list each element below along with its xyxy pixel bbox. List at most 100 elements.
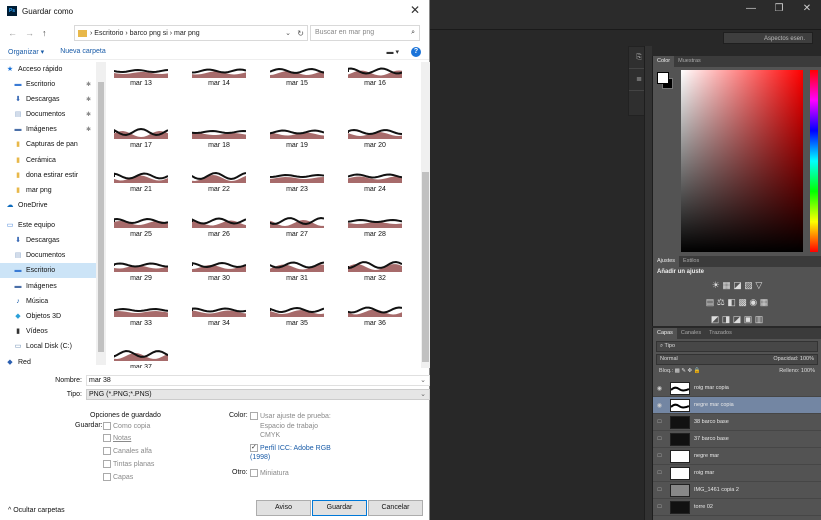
visibility-toggle-icon[interactable]: □ <box>653 487 666 493</box>
sidebar-scrollbar[interactable] <box>96 62 106 365</box>
tab-swatches[interactable]: Muestras <box>674 56 705 67</box>
workspace-selector[interactable]: Aspectos esen. <box>723 32 813 44</box>
sidebar-item[interactable]: ▬ Escritorio ✱ <box>0 77 96 92</box>
sidebar-item[interactable]: ♪ Música <box>0 294 96 309</box>
sidebar-item[interactable]: ⬇ Descargas ✱ <box>0 92 96 107</box>
file-item[interactable]: mar 20 <box>344 107 402 153</box>
thumbnail-checkbox[interactable]: Miniatura <box>250 469 289 477</box>
visibility-toggle-icon[interactable]: □ <box>653 436 666 442</box>
sidebar-item[interactable]: ◆ Objetos 3D <box>0 309 96 324</box>
file-item[interactable]: mar 18 <box>188 107 246 153</box>
sidebar-item[interactable]: ▮ mar png <box>0 183 96 198</box>
checkbox[interactable] <box>250 412 258 420</box>
up-arrow-icon[interactable]: ↑ <box>42 28 47 38</box>
layer-row[interactable]: □ torre 02 <box>653 499 821 516</box>
file-item[interactable]: mar 28 <box>344 196 402 242</box>
file-item[interactable]: mar 22 <box>188 151 246 197</box>
sidebar-item[interactable]: ▤ Documentos <box>0 248 96 263</box>
adjustment-icons-row-2[interactable]: ▤ ⚖ ◧ ▩ ◉ ▦ <box>653 294 821 311</box>
checkbox[interactable] <box>103 473 111 481</box>
file-item[interactable]: mar 21 <box>110 151 168 197</box>
forward-arrow-icon[interactable]: → <box>25 28 34 38</box>
layer-row[interactable]: □ roig mar <box>653 465 821 482</box>
sidebar-item[interactable]: ◆ Red <box>0 355 96 365</box>
sidebar-item[interactable]: ▭ Local Disk (C:) <box>0 339 96 354</box>
refresh-icon[interactable]: ↻ <box>297 29 304 38</box>
maximize-icon[interactable]: ❐ <box>765 0 793 18</box>
as-copy-checkbox[interactable]: Como copia <box>103 422 150 430</box>
address-bar[interactable]: › Escritorio › barco png si › mar png ⌄ … <box>74 25 308 41</box>
sidebar-item[interactable]: ▬ Imágenes <box>0 279 96 294</box>
save-button[interactable]: Guardar <box>312 500 367 516</box>
checkbox[interactable] <box>250 469 258 477</box>
tab-paths[interactable]: Trazados <box>705 328 736 339</box>
sidebar-scroll-thumb[interactable] <box>98 82 104 352</box>
file-item[interactable]: mar 31 <box>266 240 324 286</box>
file-item[interactable]: mar 35 <box>266 285 324 331</box>
file-item[interactable]: mar 15 <box>266 62 324 108</box>
file-item[interactable]: mar 19 <box>266 107 324 153</box>
sidebar-item[interactable]: ▮ dona estirar estir <box>0 168 96 183</box>
file-item[interactable]: mar 33 <box>110 285 168 331</box>
file-item[interactable]: mar 32 <box>344 240 402 286</box>
proof-setup-checkbox[interactable]: Usar ajuste de prueba: <box>250 412 340 420</box>
sidebar-item[interactable]: ★ Acceso rápido <box>0 62 96 77</box>
chevron-down-icon[interactable]: ⌄ <box>420 390 426 399</box>
tab-channels[interactable]: Canales <box>677 328 705 339</box>
chevron-down-icon[interactable]: ⌄ <box>285 29 291 37</box>
file-scroll-thumb[interactable] <box>422 172 429 362</box>
file-item[interactable]: mar 29 <box>110 240 168 286</box>
file-item[interactable]: mar 26 <box>188 196 246 242</box>
color-field[interactable] <box>681 70 803 252</box>
fill-value[interactable]: 100% <box>801 368 815 374</box>
sidebar-item[interactable]: ☁ OneDrive <box>0 198 96 213</box>
file-item[interactable]: mar 34 <box>188 285 246 331</box>
sidebar-item[interactable]: ▬ Escritorio <box>0 263 96 279</box>
file-item[interactable]: mar 30 <box>188 240 246 286</box>
sidebar-item[interactable]: ▮ Vídeos <box>0 324 96 339</box>
warning-button[interactable]: Aviso <box>256 500 311 516</box>
cancel-button[interactable]: Cancelar <box>368 500 423 516</box>
visibility-toggle-icon[interactable]: □ <box>653 453 666 459</box>
notes-checkbox[interactable]: Notas <box>103 434 131 442</box>
organize-button[interactable]: Organizar ▾ <box>8 48 44 56</box>
spot-colors-checkbox[interactable]: Tintas planas <box>103 460 154 468</box>
hue-slider[interactable] <box>810 70 818 252</box>
file-item[interactable]: mar 13 <box>110 62 168 108</box>
minimize-icon[interactable]: — <box>737 0 765 18</box>
file-item[interactable]: mar 37 <box>110 329 168 368</box>
blend-mode-select[interactable]: Normal <box>660 355 678 364</box>
alpha-channels-checkbox[interactable]: Canales alfa <box>103 447 152 455</box>
file-item[interactable]: mar 23 <box>266 151 324 197</box>
layer-row[interactable]: □ negre mar <box>653 448 821 465</box>
help-icon[interactable]: ? <box>411 46 421 57</box>
eye-icon[interactable]: ◉ <box>653 385 666 392</box>
layer-filter[interactable]: ⌕ Tipo <box>656 341 818 352</box>
new-folder-button[interactable]: Nueva carpeta <box>60 48 106 55</box>
view-options-icon[interactable]: ▬ ▾ <box>387 48 399 56</box>
close-icon[interactable]: ✕ <box>793 0 821 18</box>
blend-mode-row[interactable]: Normal Opacidad: 100% <box>656 354 818 365</box>
visibility-toggle-icon[interactable]: □ <box>653 504 666 510</box>
file-item[interactable]: mar 16 <box>344 62 402 108</box>
hide-folders-button[interactable]: ^ Ocultar carpetas <box>8 507 65 514</box>
breadcrumb[interactable]: › Escritorio › barco png si › mar png <box>90 30 200 37</box>
checkbox[interactable] <box>103 447 111 455</box>
sidebar-item[interactable]: ▬ Imágenes ✱ <box>0 122 96 137</box>
checkbox[interactable] <box>103 434 111 442</box>
layer-row[interactable]: ◉ negre mar copia <box>653 397 821 414</box>
checkbox[interactable] <box>103 422 111 430</box>
adjustment-icons-row-1[interactable]: ☀ ▦ ◪ ▨ ▽ <box>653 277 821 294</box>
tab-layers[interactable]: Capas <box>653 328 677 339</box>
icc-profile-checkbox[interactable]: Perfil ICC: Adobe RGB (1998) <box>250 443 340 462</box>
file-grid-scrollbar[interactable] <box>421 62 430 368</box>
layers-checkbox[interactable]: Capas <box>103 473 133 481</box>
layer-row[interactable]: □ IMG_1461 copia 2 <box>653 482 821 499</box>
file-item[interactable]: mar 24 <box>344 151 402 197</box>
layer-row[interactable]: ◉ roig mar copia <box>653 380 821 397</box>
back-arrow-icon[interactable]: ← <box>8 28 17 38</box>
tab-styles[interactable]: Estilos <box>679 256 703 267</box>
search-input[interactable]: Buscar en mar png ⌕ <box>310 25 420 41</box>
sidebar-item[interactable]: ▮ Capturas de pan <box>0 137 96 152</box>
filename-input[interactable]: mar 38 ⌄ <box>86 374 430 386</box>
